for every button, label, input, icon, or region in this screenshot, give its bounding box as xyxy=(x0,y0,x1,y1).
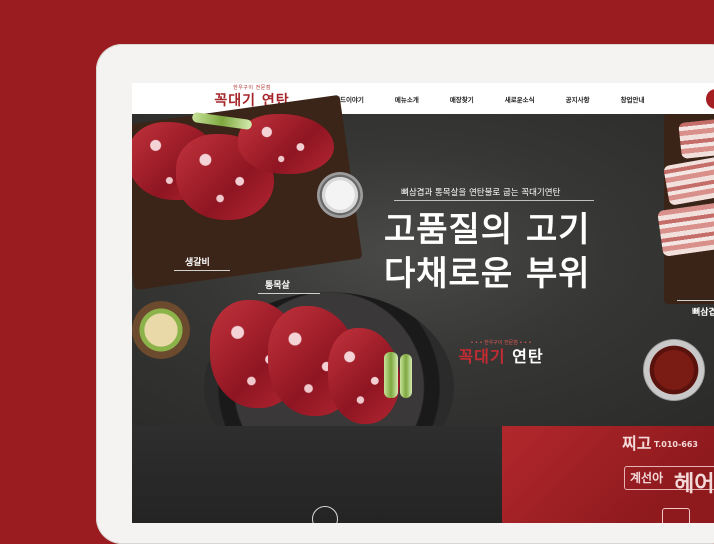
lower-section-right: 찌고 T.010-663 계선아 헤어 xyxy=(502,426,714,523)
nav-item-news[interactable]: 새로운소식 xyxy=(505,94,535,104)
lower-section-left xyxy=(132,426,502,523)
label-pork-belly: 뼈삼겹 xyxy=(692,308,714,318)
salt-bowl-image xyxy=(317,172,363,218)
sign-text: 찌고 xyxy=(622,434,652,453)
label-pork-neck: 통목살 xyxy=(265,281,290,291)
sign-shop-name: 계선아 xyxy=(630,471,664,485)
brand-stamp: • • • 한우구이 전문점 • • • 꼭대기 연탄 xyxy=(446,339,556,367)
stamp-name: 꼭대기 연탄 xyxy=(458,347,544,366)
nav-item-notice[interactable]: 공지사항 xyxy=(566,94,590,104)
hero-title-line-2: 다채로운 부위 xyxy=(384,254,591,294)
hero-title: 고품질의 고기 다채로운 부위 xyxy=(384,208,591,296)
sauce-bowl-image xyxy=(643,339,705,401)
subtitle-divider xyxy=(394,200,594,201)
pork-belly-image xyxy=(657,201,714,257)
garlic-bowl-image xyxy=(132,301,190,359)
header-action-button[interactable] xyxy=(706,89,714,109)
nav-item-menu[interactable]: 메뉴소개 xyxy=(395,94,419,104)
sign-big-text: 헤어 xyxy=(674,472,714,497)
logo-tagline: 한우구이 전문점 xyxy=(233,85,271,91)
label-underline xyxy=(258,293,320,294)
label-short-rib: 생갈비 xyxy=(185,258,210,268)
website-screen: 한우구이 전문점 꼭대기 연탄 브랜드이야기 메뉴소개 매장찾기 새로운소식 공… xyxy=(132,83,714,523)
sign-phone: T.010-663 xyxy=(654,440,698,449)
hero-subtitle: 뼈삼겹과 통목살을 연탄불로 굽는 꼭대기연탄 xyxy=(401,188,561,198)
site-header: 한우구이 전문점 꼭대기 연탄 브랜드이야기 메뉴소개 매장찾기 새로운소식 공… xyxy=(132,83,714,115)
main-nav: 브랜드이야기 메뉴소개 매장찾기 새로운소식 공지사항 창업안내 xyxy=(328,83,675,114)
nav-item-store-finder[interactable]: 매장찾기 xyxy=(450,94,474,104)
hero-title-line-1: 고품질의 고기 xyxy=(384,210,591,250)
hero-banner: 뼈삼겹과 통목살을 연탄불로 굽는 꼭대기연탄 고품질의 고기 다채로운 부위 … xyxy=(132,94,714,482)
nav-item-franchise[interactable]: 창업안내 xyxy=(621,94,645,104)
pork-belly-image xyxy=(678,116,714,160)
stamp-tagline: • • • 한우구이 전문점 • • • xyxy=(470,340,532,346)
green-onion-image xyxy=(384,352,398,398)
green-onion-image xyxy=(400,354,412,398)
label-underline xyxy=(677,300,714,301)
label-underline xyxy=(174,270,230,271)
circle-icon xyxy=(312,506,338,523)
